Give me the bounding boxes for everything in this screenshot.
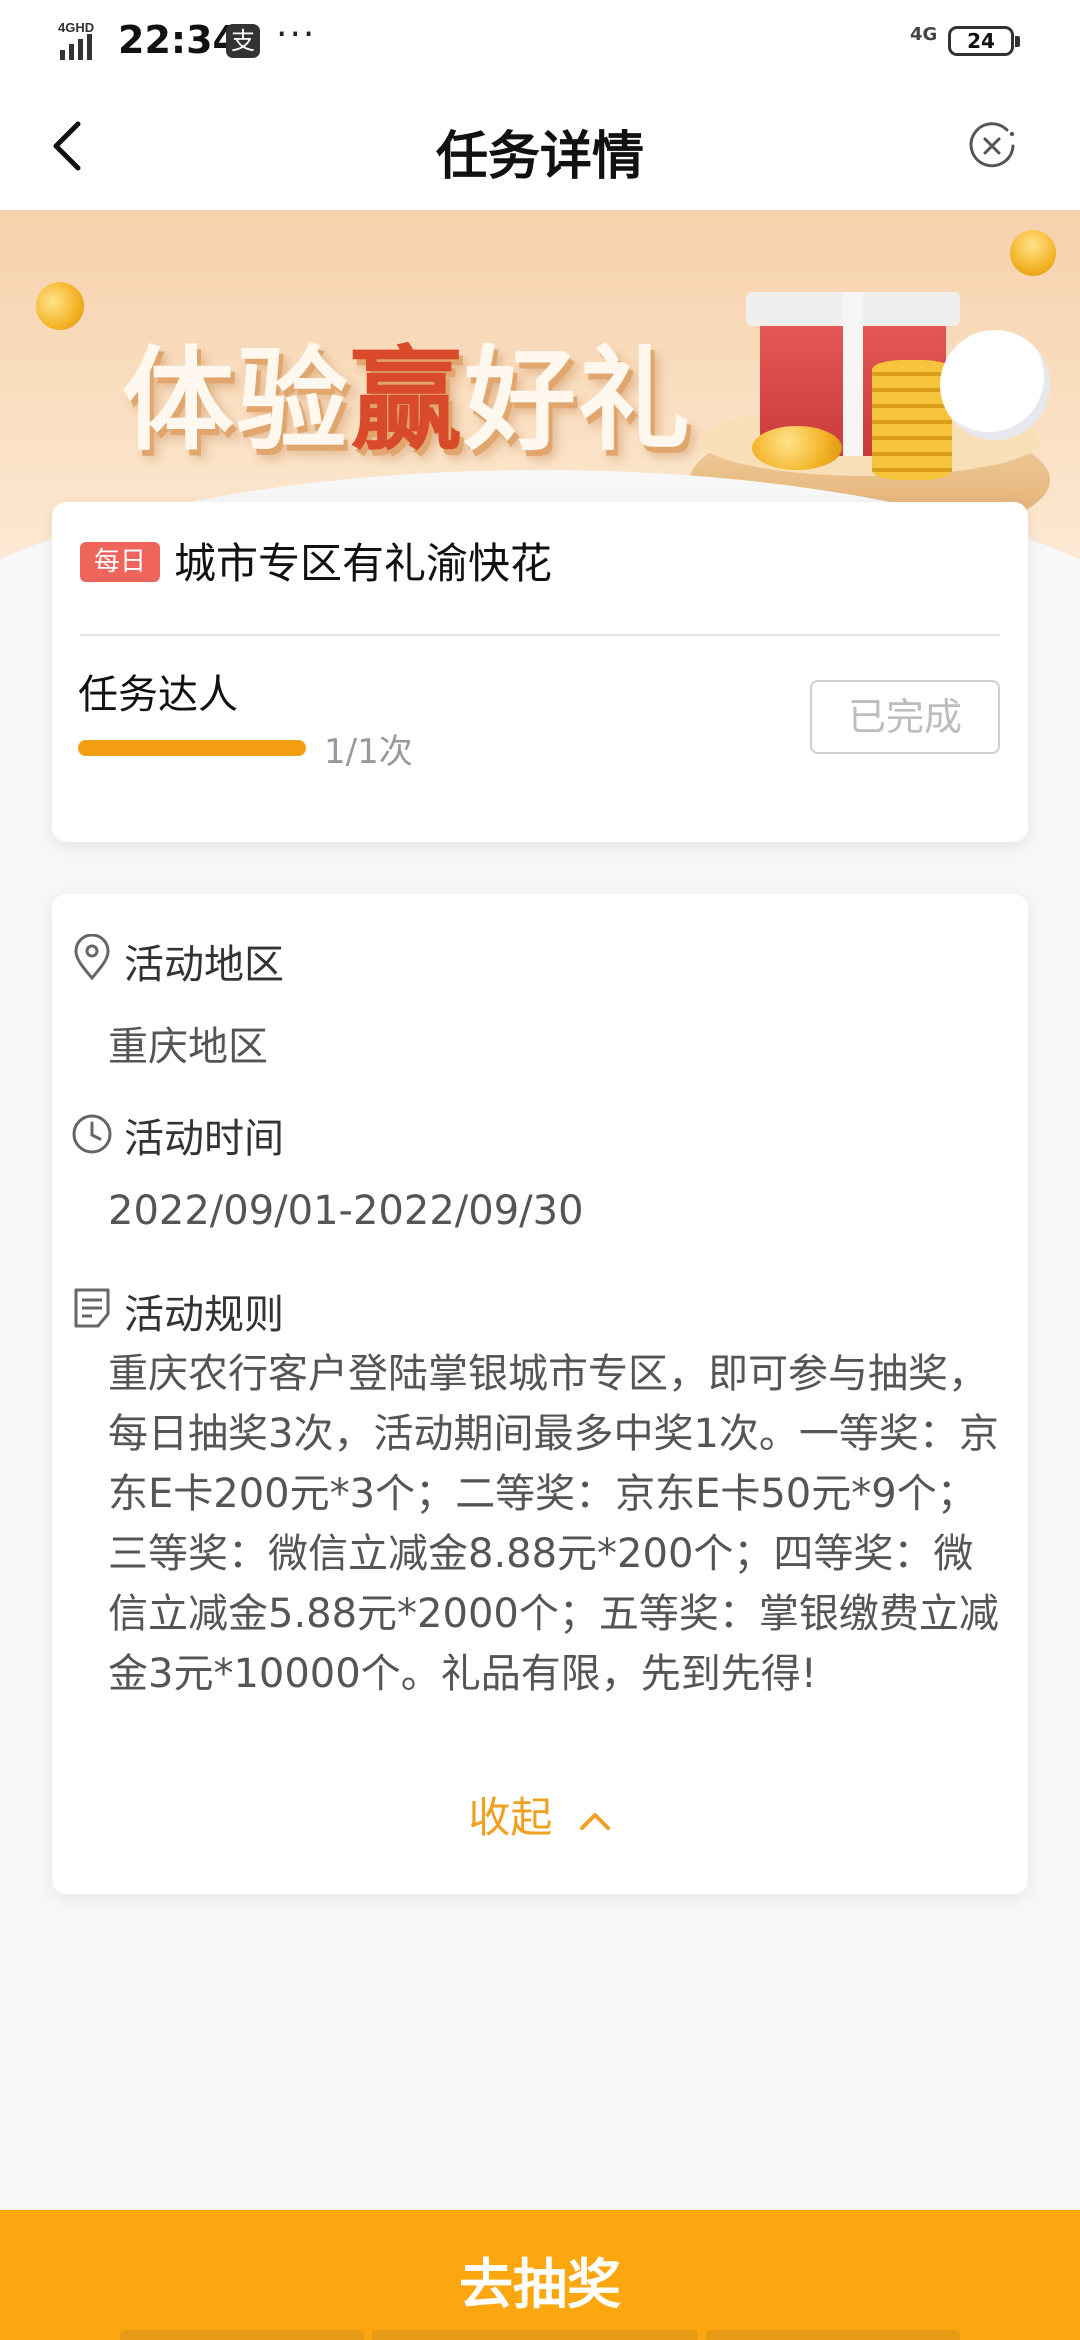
collapse-button[interactable]: 收起 xyxy=(52,1784,1028,1845)
cta-tab-strip xyxy=(120,2330,960,2340)
clock-icon xyxy=(72,1114,112,1154)
cta-tab-decoration xyxy=(706,2330,960,2340)
coin-icon xyxy=(28,274,92,338)
divider xyxy=(80,634,1000,636)
daily-badge: 每日 xyxy=(80,542,160,582)
draw-button[interactable]: 去抽奖 xyxy=(0,2210,1080,2340)
close-circle-icon[interactable] xyxy=(966,120,1018,172)
alipay-icon: 支 xyxy=(226,24,260,58)
activity-info-card: 活动地区 重庆地区 活动时间 2022/09/01-2022/09/30 活动规… xyxy=(52,894,1028,1894)
gold-ingot-icon xyxy=(752,426,842,470)
mascot-illustration xyxy=(940,330,1050,440)
banner-title: 体验赢好礼 xyxy=(122,336,692,466)
task-title: 城市专区有礼渝快花 xyxy=(174,539,553,588)
time-label: 活动时间 xyxy=(124,1116,284,1162)
draw-button-label: 去抽奖 xyxy=(459,2253,621,2316)
battery-icon: 24 xyxy=(948,26,1020,56)
network-4g-label: 4G xyxy=(910,24,938,45)
document-icon xyxy=(74,1288,110,1328)
gift-ribbon-illustration xyxy=(843,292,863,456)
task-card: 每日 城市专区有礼渝快花 任务达人 1/1次 已完成 xyxy=(52,502,1028,842)
progress-bar-fill xyxy=(78,740,306,756)
coin-icon xyxy=(1001,221,1065,285)
status-time: 22:34 xyxy=(118,18,239,62)
page-title: 任务详情 xyxy=(435,127,644,187)
collapse-label: 收起 xyxy=(468,1793,553,1842)
progress-text: 1/1次 xyxy=(324,732,413,772)
location-pin-icon xyxy=(74,934,110,981)
rules-text: 重庆农行客户登陆掌银城市专区，即可参与抽奖，每日抽奖3次，活动期间最多中奖1次。… xyxy=(108,1351,999,1697)
rules-label: 活动规则 xyxy=(124,1292,284,1338)
completed-button[interactable]: 已完成 xyxy=(810,680,1000,754)
nav-bar: 任务详情 xyxy=(0,84,1080,210)
time-value: 2022/09/01-2022/09/30 xyxy=(108,1188,584,1234)
signal-icon: 4GHD xyxy=(58,20,94,60)
status-bar: 4GHD 22:34 支 ··· 4G 24 xyxy=(0,0,1080,84)
more-notifications-icon: ··· xyxy=(276,14,317,55)
region-label: 活动地区 xyxy=(124,942,284,988)
task-subtitle: 任务达人 xyxy=(78,672,238,718)
cta-tab-decoration xyxy=(120,2330,364,2340)
cta-tab-decoration xyxy=(372,2330,698,2340)
svg-text:4GHD: 4GHD xyxy=(58,20,94,35)
region-value: 重庆地区 xyxy=(108,1024,268,1070)
chevron-up-icon xyxy=(579,1812,610,1830)
progress-bar xyxy=(78,740,306,756)
